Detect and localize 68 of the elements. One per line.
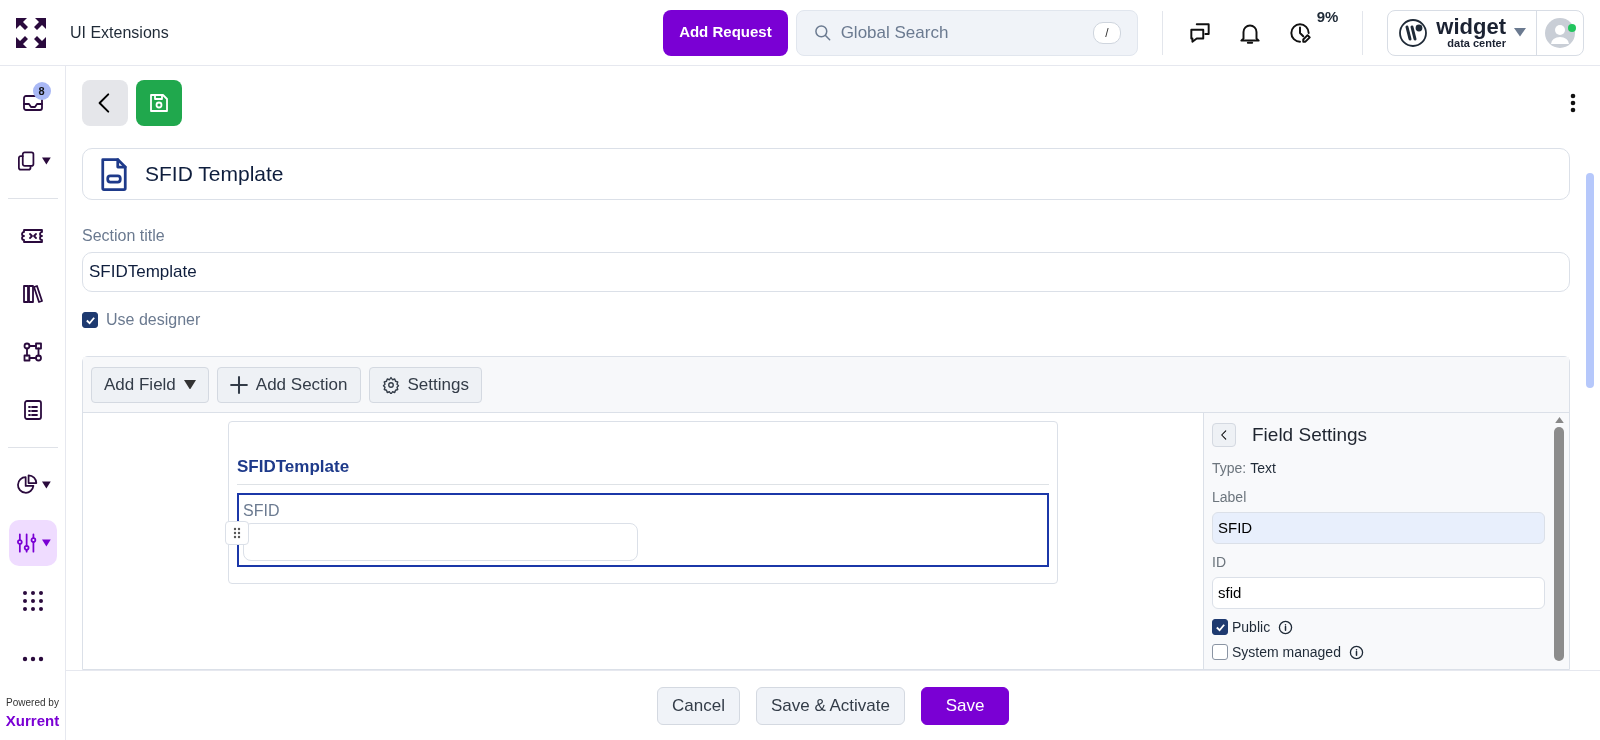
text-input[interactable] [243, 522, 638, 561]
caret-icon [1514, 27, 1526, 38]
back-button[interactable] [1212, 423, 1236, 448]
apps-grid-icon [20, 589, 45, 613]
name-value: SFID Template [145, 161, 284, 188]
checkbox-label: Use designer [106, 310, 201, 330]
sidebar-item[interactable] [8, 520, 57, 566]
search-placeholder: Global Search [840, 21, 949, 44]
pie-chart-icon [14, 473, 38, 497]
document-icon [99, 156, 129, 192]
field-label: ID [1212, 552, 1227, 572]
caret-icon [41, 539, 51, 547]
checkbox[interactable] [1212, 644, 1228, 660]
footer-button[interactable]: Cancel [657, 686, 740, 725]
brand-subtitle: data center [1447, 38, 1506, 49]
panel-title: Field Settings [1252, 423, 1368, 447]
settings-icon [381, 375, 400, 394]
text-input[interactable]: sfid [1212, 576, 1545, 609]
name-field[interactable]: SFID Template [82, 148, 1570, 200]
field-label: SFID [243, 500, 281, 521]
plus-icon [229, 375, 248, 394]
field-label: Section title [82, 226, 166, 246]
footer-button[interactable]: Save & Activate [755, 686, 905, 725]
scroll-up-arrow-icon [1554, 417, 1564, 424]
checkbox[interactable] [82, 312, 98, 328]
check-icon [84, 314, 96, 326]
save-button[interactable]: Save [921, 686, 1009, 725]
section-heading: SFIDTemplate [237, 446, 1049, 485]
checkbox[interactable] [1212, 619, 1228, 635]
info-icon[interactable] [1348, 644, 1364, 660]
shortcut-key: / [1093, 21, 1121, 44]
timer-percent: 9% [1316, 6, 1339, 27]
search-icon [812, 22, 833, 43]
caret-icon [183, 379, 196, 390]
brand-name: widget [1436, 16, 1506, 38]
caret-icon [41, 157, 51, 165]
account-switcher[interactable]: widget data center [1387, 9, 1584, 56]
save-icon-button[interactable] [136, 80, 182, 126]
drag-dots-icon [233, 526, 241, 539]
type-value: Text [1250, 458, 1276, 478]
check-icon [1214, 621, 1226, 633]
type-label: Type: [1212, 458, 1247, 478]
form-field[interactable]: SFID [237, 492, 1049, 567]
books-icon [20, 282, 45, 306]
toolbar-button[interactable]: Add Section [216, 366, 361, 403]
kebab-menu-icon[interactable] [1570, 91, 1576, 115]
sliders-icon [14, 531, 38, 555]
logo-icon [1398, 17, 1429, 48]
logo-icon [16, 17, 46, 48]
sidebar-item[interactable]: 8 [8, 80, 57, 126]
back-button[interactable] [82, 80, 128, 126]
toolbar-button[interactable]: Settings [368, 366, 482, 403]
brand-name: Xurrent [5, 710, 60, 731]
caret-icon [41, 481, 51, 489]
add-request-button[interactable]: Add Request [663, 9, 788, 56]
powered-by-text: Powered by [5, 695, 60, 710]
drag-handle[interactable] [225, 520, 249, 545]
search-field[interactable]: Global Search / [795, 9, 1138, 56]
section-title-input[interactable]: SFIDTemplate [82, 252, 1570, 292]
checkbox-label: System managed [1232, 642, 1341, 662]
app-title: UI Extensions [70, 22, 169, 43]
field-label: Label [1212, 487, 1248, 507]
checkbox-label: Public [1232, 617, 1271, 637]
toolbar-button[interactable]: Add Field [91, 366, 209, 403]
text-input[interactable]: SFID [1212, 511, 1545, 544]
more-icon [20, 654, 45, 664]
count-badge: 8 [32, 82, 51, 100]
info-icon[interactable] [1278, 619, 1294, 635]
